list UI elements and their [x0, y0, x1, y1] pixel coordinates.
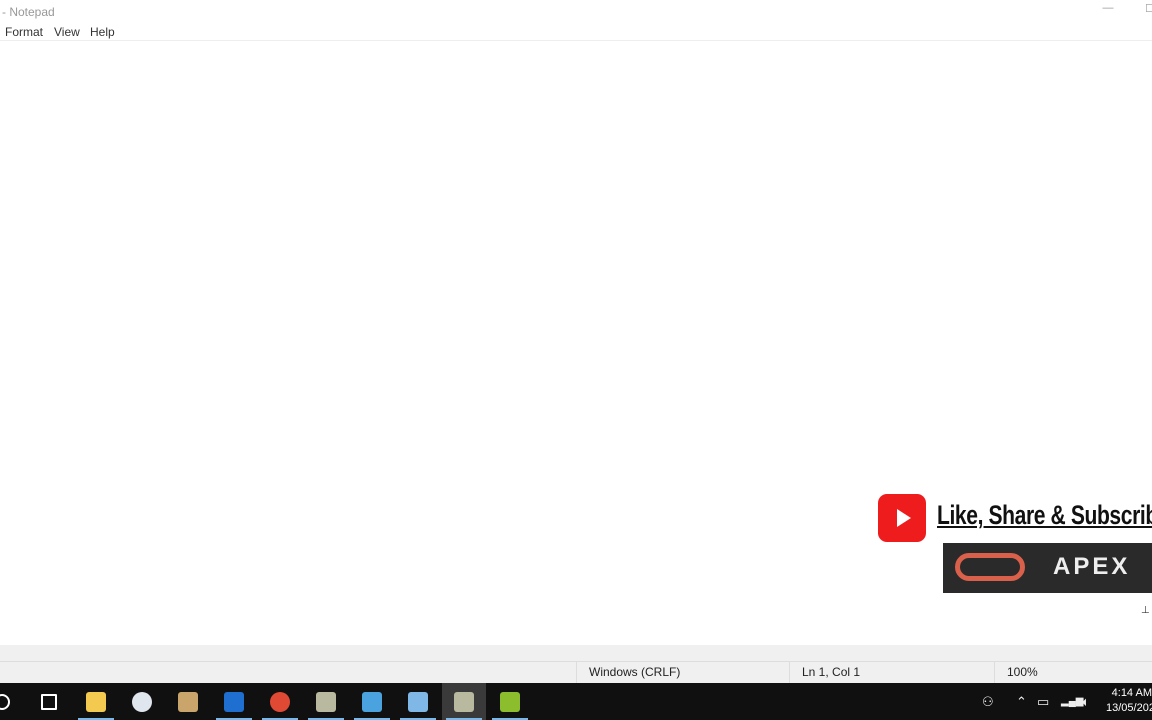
- mouse-cursor-icon: ⊥: [1141, 605, 1150, 616]
- line-ending-status: Windows (CRLF): [576, 662, 789, 683]
- notepad-taskbar-button[interactable]: [396, 683, 440, 720]
- sql-tool-icon: [316, 691, 336, 712]
- apex-logo: APEX: [943, 543, 1152, 593]
- menu-format[interactable]: Format: [5, 25, 43, 39]
- notepad-icon: [408, 691, 428, 712]
- maximize-button[interactable]: ☐: [1140, 2, 1152, 20]
- file-explorer-taskbar-button[interactable]: [74, 683, 118, 720]
- chrome-taskbar-button[interactable]: [258, 683, 302, 720]
- 4g-app-taskbar-button[interactable]: [212, 683, 256, 720]
- sql-tool-error-taskbar-button[interactable]: [442, 683, 486, 720]
- taskbar: ⚇ ⌃ ▭ ▂▄▆ 🔈︎ 4:14 AM 13/05/202: [0, 683, 1152, 720]
- subscribe-text: Like, Share & Subscrib: [937, 500, 1152, 530]
- minimize-button[interactable]: —: [1098, 2, 1118, 20]
- clock-time: 4:14 AM: [1111, 687, 1152, 699]
- 4g-app-icon: [224, 691, 244, 712]
- cursor-position-status: Ln 1, Col 1: [789, 662, 1002, 683]
- settings-gear-taskbar-button[interactable]: [120, 683, 164, 720]
- people-icon[interactable]: ⚇: [982, 683, 994, 720]
- battery-icon[interactable]: ▭: [1037, 683, 1049, 720]
- youtube-icon: [878, 494, 926, 542]
- tomcat-icon: [178, 691, 198, 712]
- tomcat-taskbar-button[interactable]: [166, 683, 210, 720]
- apex-text: APEX: [1053, 553, 1131, 580]
- zoom-status: 100%: [994, 662, 1147, 683]
- media-app-taskbar-button[interactable]: [350, 683, 394, 720]
- volume-icon[interactable]: 🔈︎: [1082, 683, 1090, 720]
- window-title: - Notepad: [2, 5, 55, 19]
- sql-tool-taskbar-button[interactable]: [304, 683, 348, 720]
- menu-help[interactable]: Help: [90, 25, 115, 39]
- search-icon: [0, 693, 10, 710]
- toad-taskbar-button[interactable]: [488, 683, 532, 720]
- title-bar: - Notepad — ☐: [0, 0, 1152, 22]
- sql-tool-error-icon: [454, 691, 474, 712]
- chrome-icon: [270, 691, 290, 712]
- settings-gear-icon: [132, 691, 152, 712]
- horizontal-scrollbar[interactable]: [0, 645, 1152, 662]
- menu-bar: Format View Help: [0, 22, 1152, 41]
- search-taskbar-button[interactable]: [0, 683, 24, 720]
- network-signal-icon[interactable]: ▂▄▆: [1061, 683, 1083, 720]
- media-app-icon: [362, 691, 382, 712]
- file-explorer-icon: [86, 691, 106, 712]
- clock[interactable]: 4:14 AM 13/05/202: [1106, 686, 1152, 716]
- clock-date: 13/05/202: [1106, 702, 1152, 714]
- menu-view[interactable]: View: [54, 25, 80, 39]
- toad-icon: [500, 691, 520, 712]
- task-view-taskbar-button[interactable]: [27, 683, 71, 720]
- oracle-ring-icon: [955, 553, 1025, 581]
- show-hidden-icons-chevron-icon[interactable]: ⌃: [1016, 683, 1027, 720]
- task-view-icon: [41, 693, 57, 710]
- status-bar: Windows (CRLF) Ln 1, Col 1 100%: [0, 662, 1152, 683]
